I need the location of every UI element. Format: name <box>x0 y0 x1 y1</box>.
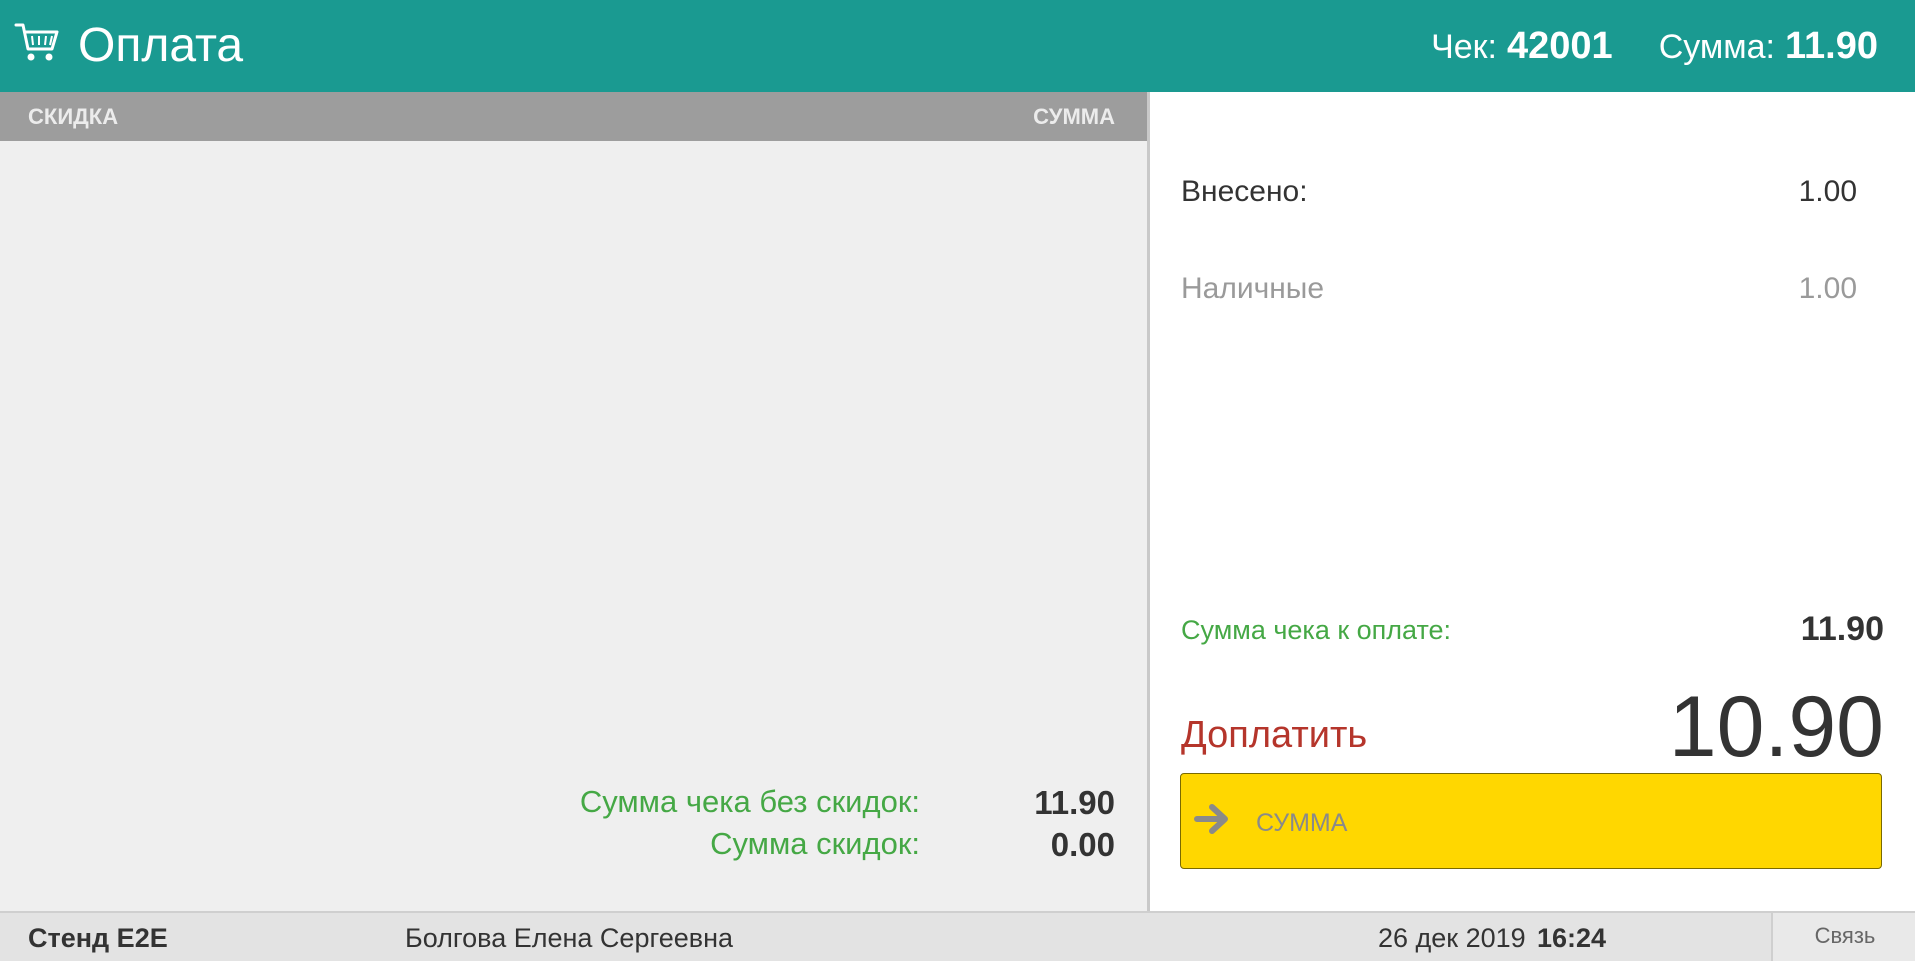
arrow-right-icon <box>1194 804 1228 834</box>
discounts-table-header: СКИДКА СУММА <box>0 92 1147 141</box>
header-bar: Оплата Чек: 42001 Сумма: 11.90 <box>0 0 1915 92</box>
check-label: Чек: <box>1431 28 1497 66</box>
discounts-sum-label: Сумма скидок: <box>710 826 920 861</box>
check-due-value: 11.90 <box>1800 610 1884 648</box>
status-bar: Стенд E2E Болгова Елена Сергеевна 26 дек… <box>0 911 1915 961</box>
column-discount: СКИДКА <box>28 104 119 129</box>
check-due-label: Сумма чека к оплате: <box>1181 615 1452 645</box>
cart-icon <box>14 23 59 61</box>
sum-value: 11.90 <box>1785 25 1878 67</box>
discounts-panel: СКИДКА СУММА Сумма чека без скидок: 11.9… <box>0 92 1147 911</box>
paid-value: 1.00 <box>1798 175 1857 208</box>
to-pay-value: 10.90 <box>1668 679 1884 775</box>
total-without-discounts-value: 11.90 <box>1034 784 1115 821</box>
check-number: 42001 <box>1507 25 1613 67</box>
paid-label: Внесено: <box>1181 175 1308 208</box>
sum-label: Сумма: <box>1658 28 1775 66</box>
check-summary: Чек: 42001 Сумма: 11.90 <box>1431 20 1878 73</box>
discounts-sum-row: Сумма скидок: 0.00 <box>515 826 1115 868</box>
current-time: 16:24 <box>1537 923 1607 953</box>
sum-button-label: СУММА <box>1256 809 1348 837</box>
discounts-sum-value: 0.00 <box>1050 826 1115 863</box>
to-pay-label: Доплатить <box>1181 714 1368 756</box>
total-without-discounts-label: Сумма чека без скидок: <box>579 784 920 819</box>
total-without-discounts-row: Сумма чека без скидок: 11.90 <box>515 784 1115 826</box>
sum-input-button[interactable]: СУММА <box>1180 773 1882 869</box>
connection-button[interactable]: Связь <box>1771 913 1915 961</box>
current-date: 26 дек 2019 <box>1378 923 1526 953</box>
column-sum: СУММА <box>1033 104 1115 129</box>
cashier-name: Болгова Елена Сергеевна <box>405 923 734 953</box>
stand-name: Стенд E2E <box>28 923 168 953</box>
payment-method-cash-label[interactable]: Наличные <box>1181 272 1324 306</box>
payment-method-cash-value: 1.00 <box>1798 272 1857 305</box>
payment-panel: Внесено: 1.00 Наличные 1.00 Сумма чека к… <box>1150 92 1915 911</box>
page-title: Оплата <box>78 19 244 72</box>
